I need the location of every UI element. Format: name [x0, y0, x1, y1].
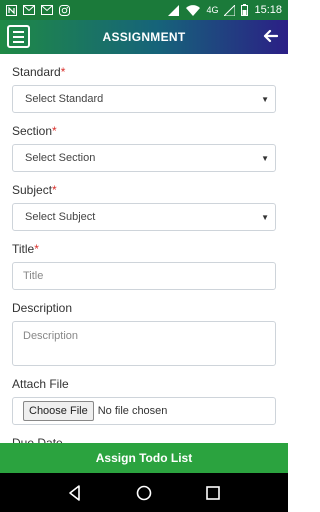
- standard-select-value: Select Standard: [25, 93, 104, 105]
- required-marker: *: [52, 124, 57, 138]
- subject-label-text: Subject: [12, 183, 53, 197]
- required-marker: *: [52, 183, 57, 197]
- due-date-label: Due Date: [12, 436, 63, 443]
- standard-label: Standard*: [12, 64, 276, 80]
- assign-todo-list-button[interactable]: Assign Todo List: [0, 443, 288, 473]
- section-label: Section*: [12, 123, 276, 139]
- caret-down-icon: ▼: [261, 212, 269, 222]
- subject-select-value: Select Subject: [25, 211, 96, 223]
- description-placeholder: Description: [23, 330, 79, 342]
- notification-n-icon: [6, 4, 17, 16]
- gmail-icon: [41, 5, 53, 15]
- standard-label-text: Standard: [12, 65, 61, 79]
- status-right-icons: 4G 15:18: [168, 4, 282, 16]
- system-nav-bar: [0, 473, 288, 512]
- title-input[interactable]: Title: [12, 262, 276, 290]
- back-triangle-icon[interactable]: [66, 484, 84, 502]
- signal-icon: [224, 4, 236, 16]
- standard-select[interactable]: Select Standard ▼: [12, 85, 276, 113]
- file-input[interactable]: Choose File No file chosen: [12, 397, 276, 425]
- assignment-form: Standard* Select Standard ▼ Section* Sel…: [0, 54, 288, 443]
- subject-label: Subject*: [12, 182, 276, 198]
- battery-icon: [241, 4, 249, 16]
- menu-button[interactable]: [7, 25, 30, 48]
- choose-file-button[interactable]: Choose File: [23, 401, 94, 421]
- recents-square-icon[interactable]: [204, 484, 222, 502]
- status-time: 15:18: [254, 4, 282, 16]
- screen: 4G 15:18 ASSIGNMENT Standard* Select Sta…: [0, 0, 288, 512]
- status-left-icons: [6, 4, 70, 16]
- required-marker: *: [34, 242, 39, 256]
- signal-4g-icon: [168, 4, 180, 16]
- required-marker: *: [60, 65, 66, 79]
- subject-select[interactable]: Select Subject ▼: [12, 203, 276, 231]
- attach-file-label: Attach File: [12, 377, 69, 391]
- title-label-text: Title: [12, 242, 35, 256]
- app-bar: ASSIGNMENT: [0, 20, 288, 54]
- file-status: No file chosen: [97, 405, 168, 417]
- section-select[interactable]: Select Section ▼: [12, 144, 276, 172]
- title-placeholder: Title: [23, 270, 44, 282]
- status-bar: 4G 15:18: [0, 0, 288, 20]
- description-label: Description: [12, 301, 73, 315]
- caret-down-icon: ▼: [261, 153, 269, 163]
- menu-icon-line: [13, 40, 24, 43]
- section-label-text: Section: [12, 124, 53, 138]
- title-label: Title*: [12, 241, 276, 257]
- home-circle-icon[interactable]: [135, 484, 153, 502]
- wifi-icon: [186, 4, 201, 16]
- caret-down-icon: ▼: [261, 94, 269, 104]
- section-select-value: Select Section: [25, 152, 96, 164]
- instagram-icon: [59, 4, 70, 16]
- network-type-label: 4G: [206, 5, 219, 15]
- description-textarea[interactable]: Description: [12, 321, 276, 366]
- menu-icon-line: [13, 30, 24, 33]
- page-title: ASSIGNMENT: [102, 30, 186, 44]
- back-arrow-icon[interactable]: [262, 28, 278, 44]
- gmail-icon: [23, 5, 35, 15]
- menu-icon-line: [13, 35, 24, 38]
